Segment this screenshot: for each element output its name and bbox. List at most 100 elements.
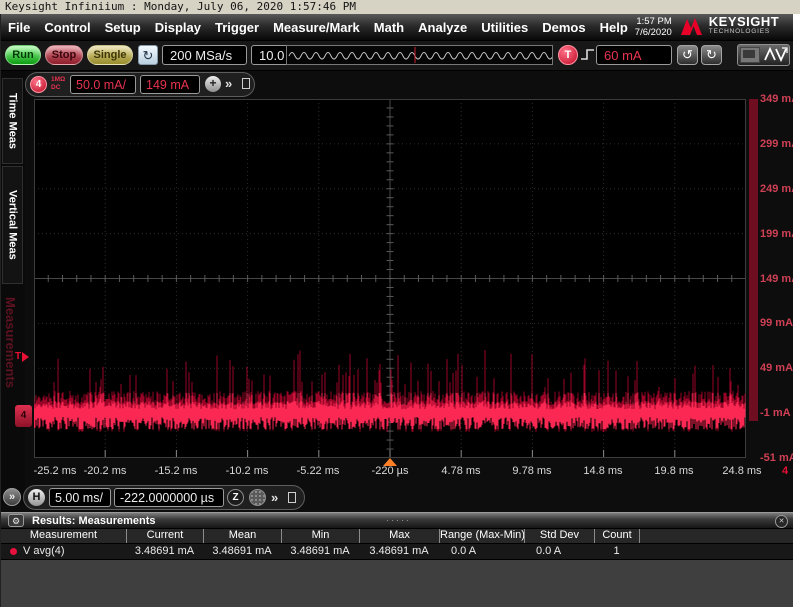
- trigger-level-field[interactable]: 60 mA: [596, 45, 672, 65]
- menu-bar: File Control Setup Display Trigger Measu…: [1, 14, 793, 41]
- channel4-enable-button[interactable]: 4: [30, 76, 47, 93]
- trigger-source-icon[interactable]: T: [558, 45, 578, 65]
- tab-time-meas[interactable]: Time Meas: [2, 78, 23, 164]
- channel4-scale-bar: [749, 99, 758, 421]
- timebase-position-field[interactable]: -222.0000000 µs: [114, 488, 224, 507]
- redo-icon[interactable]: ↻: [701, 45, 722, 65]
- measurements-panel-label[interactable]: Measurements: [3, 297, 18, 467]
- stop-button[interactable]: Stop: [45, 45, 83, 65]
- display-thumbnail-icon: [740, 47, 760, 63]
- x-label: 24.8 ms: [722, 465, 761, 477]
- menu-utilities[interactable]: Utilities: [481, 20, 528, 35]
- horizontal-icon[interactable]: H: [28, 489, 45, 506]
- autoscale-button[interactable]: [737, 44, 790, 66]
- menu-control[interactable]: Control: [44, 20, 90, 35]
- infiniium-app-window: File Control Setup Display Trigger Measu…: [0, 14, 793, 607]
- channel4-coupling: 1MΩ DC: [51, 76, 65, 92]
- x-label: -10.2 ms: [226, 465, 269, 477]
- acquisition-toolbar: Run Stop Single ↻ 200 MSa/s 10.0 Mpts T …: [1, 41, 793, 71]
- x-label: -15.2 ms: [155, 465, 198, 477]
- trigger-time-marker-icon[interactable]: [383, 458, 397, 466]
- add-channel-icon[interactable]: +: [205, 76, 221, 92]
- y-label: 149 mA: [760, 273, 793, 285]
- y-label: 299 mA: [760, 138, 793, 150]
- x-label: 9.78 ms: [512, 465, 551, 477]
- single-button[interactable]: Single: [87, 45, 133, 65]
- table-header-row: Measurement Current Mean Min Max Range (…: [1, 529, 793, 544]
- col-min[interactable]: Min: [281, 529, 359, 543]
- y-label: 99 mA: [760, 317, 793, 329]
- desktop-title: Keysight Infiniium : Monday, July 06, 20…: [0, 0, 800, 14]
- x-label: 19.8 ms: [654, 465, 693, 477]
- channel4-offset-field[interactable]: 149 mA: [140, 75, 200, 94]
- x-label: 14.8 ms: [583, 465, 622, 477]
- run-button[interactable]: Run: [5, 45, 41, 65]
- channel-undock-icon[interactable]: [242, 78, 250, 89]
- y-label: 199 mA: [760, 228, 793, 240]
- menu-demos[interactable]: Demos: [542, 20, 585, 35]
- sample-rate-field[interactable]: 200 MSa/s: [162, 45, 247, 65]
- y-label: -1 mA: [760, 407, 791, 419]
- results-close-icon[interactable]: ✕: [775, 515, 788, 528]
- scope-grid-and-trace: [34, 99, 746, 458]
- waveform-display[interactable]: [34, 99, 746, 458]
- horizontal-undock-icon[interactable]: [288, 492, 296, 503]
- rising-edge-icon: [580, 48, 595, 61]
- clear-display-icon[interactable]: ↻: [138, 45, 158, 65]
- drag-handle[interactable]: ·····: [386, 515, 411, 525]
- gear-icon[interactable]: ⚙: [8, 514, 24, 527]
- brand-name: KEYSIGHT: [709, 17, 779, 27]
- zoom-icon[interactable]: Z: [227, 489, 244, 506]
- clock-date: 7/6/2020: [635, 27, 672, 38]
- trigger-level-marker[interactable]: T: [15, 351, 29, 362]
- expand-toolbar-icon[interactable]: »: [3, 488, 21, 506]
- x-label: 4.78 ms: [441, 465, 480, 477]
- waveform-preview-icon: [287, 46, 552, 64]
- keysight-spark-icon: [680, 17, 706, 37]
- col-range[interactable]: Range (Max-Min): [439, 529, 524, 543]
- measurement-color-dot: [10, 548, 17, 555]
- table-row[interactable]: V avg(4) 3.48691 mA 3.48691 mA 3.48691 m…: [1, 544, 793, 559]
- col-stddev[interactable]: Std Dev: [524, 529, 594, 543]
- menu-file[interactable]: File: [8, 20, 30, 35]
- results-title: Results: Measurements: [32, 515, 156, 527]
- channel4-scale-field[interactable]: 50.0 mA/: [70, 75, 136, 94]
- x-label: -5.22 ms: [297, 465, 340, 477]
- channel4-controls: 4 1MΩ DC 50.0 mA/ 149 mA + »: [25, 72, 255, 97]
- clock: 1:57 PM 7/6/2020: [635, 16, 672, 38]
- results-header: ⚙ Results: Measurements ····· ✕: [1, 512, 793, 529]
- left-sidebar: Time Meas Vertical Meas Measurements: [1, 71, 25, 505]
- horizontal-more-icon[interactable]: »: [271, 490, 278, 505]
- y-label: 49 mA: [760, 362, 793, 374]
- menu-setup[interactable]: Setup: [105, 20, 141, 35]
- channel-more-icon[interactable]: »: [225, 76, 232, 91]
- col-measurement[interactable]: Measurement: [1, 529, 126, 543]
- clock-time: 1:57 PM: [635, 16, 672, 27]
- tab-vertical-meas[interactable]: Vertical Meas: [2, 166, 23, 284]
- y-label: 249 mA: [760, 183, 793, 195]
- menu-math[interactable]: Math: [374, 20, 404, 35]
- autoscale-wave-icon: [763, 46, 789, 64]
- col-max[interactable]: Max: [359, 529, 439, 543]
- results-panel-body: [1, 559, 793, 607]
- x-label: -25.2 ms: [34, 465, 77, 477]
- menu-help[interactable]: Help: [600, 20, 628, 35]
- channel4-ground-marker[interactable]: 4: [15, 405, 32, 427]
- menu-trigger[interactable]: Trigger: [215, 20, 259, 35]
- menu-display[interactable]: Display: [155, 20, 201, 35]
- col-mean[interactable]: Mean: [203, 529, 281, 543]
- channel4-axis-badge: 4: [782, 465, 788, 477]
- keysight-logo: KEYSIGHT TECHNOLOGIES: [680, 17, 779, 37]
- brand-sub: TECHNOLOGIES: [709, 27, 779, 37]
- timebase-scale-field[interactable]: 5.00 ms/: [49, 488, 111, 507]
- col-count[interactable]: Count: [594, 529, 639, 543]
- menu-measure-mark[interactable]: Measure/Mark: [273, 20, 360, 35]
- touch-zone-icon[interactable]: [249, 489, 266, 506]
- undo-icon[interactable]: ↺: [677, 45, 698, 65]
- trigger-arrow-icon: [22, 352, 29, 362]
- col-current[interactable]: Current: [126, 529, 203, 543]
- x-label: -20.2 ms: [84, 465, 127, 477]
- menu-analyze[interactable]: Analyze: [418, 20, 467, 35]
- waveform-preview[interactable]: [286, 45, 553, 65]
- y-label: 349 mA: [760, 93, 793, 105]
